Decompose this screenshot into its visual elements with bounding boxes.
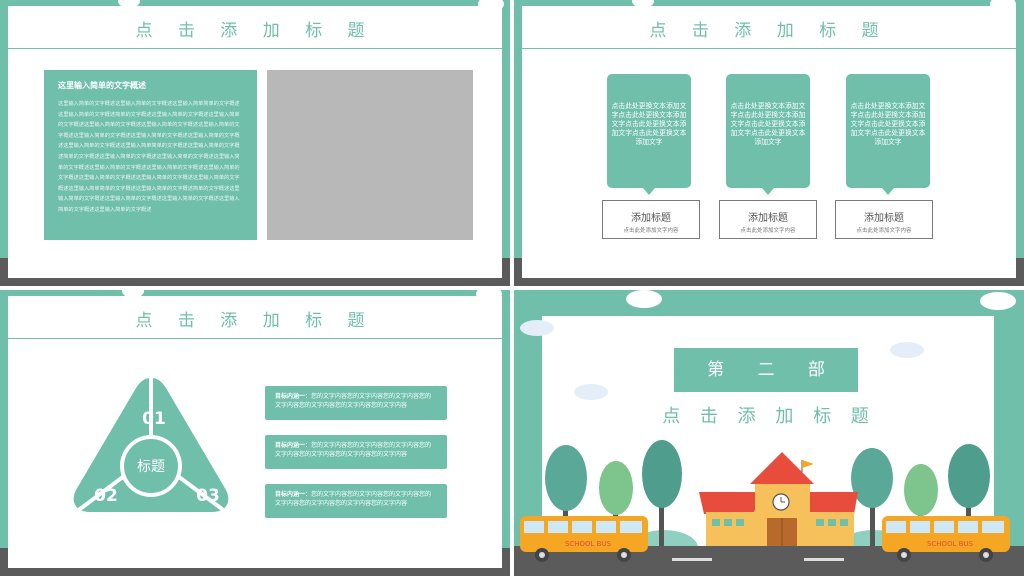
tree bbox=[599, 461, 633, 515]
title-box-heading: 添加标题 bbox=[631, 213, 671, 224]
cloud bbox=[574, 384, 608, 400]
segment-label-3: 03 bbox=[196, 486, 220, 506]
school-scene: SCHOOL BUS SCHOOL BUS bbox=[514, 440, 1024, 576]
section-subtitle[interactable]: 点 击 添 加 标 题 bbox=[514, 402, 1024, 428]
title-divider bbox=[8, 338, 502, 339]
title-box-2[interactable]: 添加标题 点击此处添加文字内容 bbox=[719, 200, 817, 239]
slide-4[interactable]: 第 二 部 分 点 击 添 加 标 题 SCHOOL BUS SCHOOL BU… bbox=[514, 290, 1024, 576]
content-card: 点 击 添 加 标 题 标题 01 02 03 目标内涵一：您的文字内容您的文字… bbox=[8, 296, 502, 568]
bus-label: SCHOOL BUS bbox=[565, 540, 612, 548]
title-box-sub: 点击此处添加文字内容 bbox=[623, 228, 679, 234]
segment-label-1: 01 bbox=[142, 409, 166, 429]
info-label: 目标内涵一： bbox=[275, 442, 312, 449]
text-box[interactable]: 这里输入简单的文字概述 这里输入简单的文字概述这里输入简单的文字概述这里输入简单… bbox=[44, 70, 257, 240]
tree bbox=[851, 448, 893, 508]
tree bbox=[642, 440, 682, 508]
school-building bbox=[699, 452, 858, 548]
title-box-heading: 添加标题 bbox=[748, 213, 788, 224]
speech-bubble-2[interactable]: 点击此处更换文本添加文字点击此处更换文本添加文字点击此处更换文本添加文字点击此处… bbox=[726, 74, 810, 195]
slide-1[interactable]: 点 击 添 加 标 题 这里输入简单的文字概述 这里输入简单的文字概述这里输入简… bbox=[0, 0, 510, 286]
image-placeholder[interactable] bbox=[267, 70, 473, 240]
title-divider bbox=[522, 48, 1016, 49]
road-marking bbox=[804, 558, 844, 561]
tree bbox=[948, 444, 990, 508]
title-box-sub: 点击此处添加文字内容 bbox=[856, 228, 912, 234]
box-heading[interactable]: 这里输入简单的文字概述 bbox=[58, 80, 243, 91]
triangle-svg: 标题 01 02 03 bbox=[73, 378, 229, 514]
cloud bbox=[626, 290, 662, 308]
cloud bbox=[890, 342, 924, 358]
bus-label: SCHOOL BUS bbox=[927, 540, 974, 548]
tree bbox=[545, 445, 587, 511]
title-box-3[interactable]: 添加标题 点击此处添加文字内容 bbox=[835, 200, 933, 239]
segment-label-2: 02 bbox=[94, 486, 118, 506]
slide-3[interactable]: 点 击 添 加 标 题 标题 01 02 03 目标内涵一：您的文字内容您的文字… bbox=[0, 290, 510, 576]
speech-bubble-3[interactable]: 点击此处更换文本添加文字点击此处更换文本添加文字点击此处更换文本添加文字点击此处… bbox=[846, 74, 930, 195]
slide-title[interactable]: 点 击 添 加 标 题 bbox=[522, 16, 1016, 41]
info-box-1[interactable]: 目标内涵一：您的文字内容您的文字内容您的文字内容您的文字内容您的文字内容您的文字… bbox=[265, 386, 447, 420]
section-heading[interactable]: 第 二 部 分 bbox=[674, 348, 858, 424]
center-label: 标题 bbox=[137, 459, 165, 475]
title-divider bbox=[8, 48, 502, 49]
title-box-sub: 点击此处添加文字内容 bbox=[740, 228, 796, 234]
cloud bbox=[980, 292, 1016, 310]
triangle-diagram: 标题 01 02 03 bbox=[66, 372, 236, 522]
info-box-2[interactable]: 目标内涵一：您的文字内容您的文字内容您的文字内容您的文字内容您的文字内容您的文字… bbox=[265, 435, 447, 469]
content-card: 点 击 添 加 标 题 点击此处更换文本添加文字点击此处更换文本添加文字点击此处… bbox=[522, 6, 1016, 278]
slide-title[interactable]: 点 击 添 加 标 题 bbox=[8, 16, 502, 41]
content-card: 点 击 添 加 标 题 这里输入简单的文字概述 这里输入简单的文字概述这里输入简… bbox=[8, 6, 502, 278]
slide-2[interactable]: 点 击 添 加 标 题 点击此处更换文本添加文字点击此处更换文本添加文字点击此处… bbox=[514, 0, 1024, 286]
info-label: 目标内涵一： bbox=[275, 491, 312, 498]
title-box-heading: 添加标题 bbox=[864, 213, 904, 224]
slide-title[interactable]: 点 击 添 加 标 题 bbox=[8, 306, 502, 331]
tree bbox=[904, 464, 938, 516]
box-text[interactable]: 这里输入简单的文字概述这里输入简单的文字概述这里输入简单简单的文字概述这里输入简… bbox=[58, 99, 243, 229]
title-box-1[interactable]: 添加标题 点击此处添加文字内容 bbox=[602, 200, 700, 239]
speech-bubble-1[interactable]: 点击此处更换文本添加文字点击此处更换文本添加文字点击此处更换文本添加文字点击此处… bbox=[607, 74, 691, 195]
info-box-3[interactable]: 目标内涵一：您的文字内容您的文字内容您的文字内容您的文字内容您的文字内容您的文字… bbox=[265, 484, 447, 518]
road-marking bbox=[672, 558, 712, 561]
info-label: 目标内涵一： bbox=[275, 393, 312, 400]
cloud bbox=[520, 320, 554, 336]
